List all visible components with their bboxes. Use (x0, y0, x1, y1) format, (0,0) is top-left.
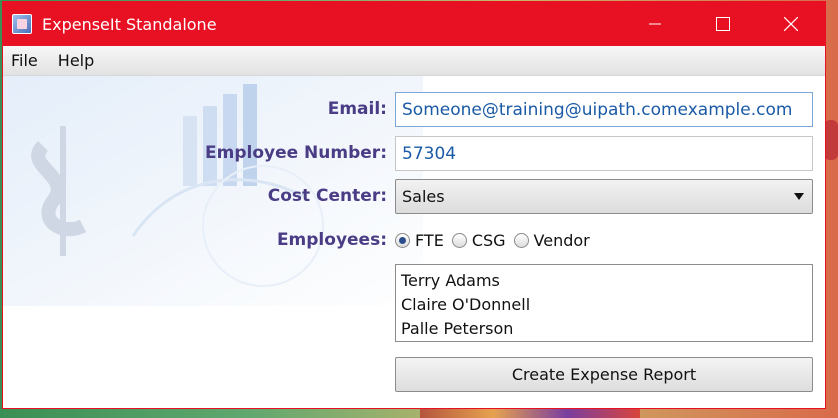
create-expense-report-button[interactable]: Create Expense Report (395, 357, 813, 392)
employees-label: Employees: (276, 230, 387, 250)
app-icon (12, 14, 32, 34)
employee-number-label: Employee Number: (205, 143, 387, 163)
menu-file[interactable]: File (3, 51, 48, 70)
employees-listbox[interactable]: Terry Adams Claire O'Donnell Palle Peter… (395, 264, 813, 342)
cost-center-dropdown[interactable]: Sales (395, 179, 813, 214)
dropdown-arrow-icon (794, 193, 804, 200)
radio-unselected-icon (451, 232, 467, 248)
radio-unselected-icon (513, 232, 529, 248)
maximize-button[interactable] (689, 2, 757, 46)
desktop-background-art (824, 120, 838, 160)
form-area: Email: Someone@training@uipath.comexampl… (3, 76, 825, 408)
list-item[interactable]: Claire O'Donnell (401, 293, 807, 317)
list-item[interactable]: Terry Adams (401, 269, 807, 293)
close-button[interactable] (757, 2, 825, 46)
minimize-icon (649, 23, 661, 25)
cost-center-value: Sales (402, 187, 445, 206)
cost-center-label: Cost Center: (267, 186, 387, 206)
radio-csg[interactable]: CSG (451, 230, 506, 250)
radio-vendor[interactable]: Vendor (513, 230, 590, 250)
maximize-icon (716, 17, 730, 31)
window-controls (621, 2, 825, 46)
radio-label: Vendor (533, 230, 590, 250)
radio-selected-icon (395, 232, 410, 248)
email-field[interactable]: Someone@training@uipath.comexample.com (395, 92, 813, 127)
close-icon (784, 17, 798, 31)
title-bar[interactable]: ExpenseIt Standalone (3, 2, 825, 46)
menu-bar: File Help (3, 46, 825, 76)
radio-fte[interactable]: FTE (395, 231, 444, 250)
email-label: Email: (327, 99, 387, 119)
minimize-button[interactable] (621, 2, 689, 46)
window-title: ExpenseIt Standalone (42, 14, 217, 34)
menu-help[interactable]: Help (48, 51, 104, 70)
radio-label: CSG (471, 230, 506, 250)
employee-number-field[interactable]: 57304 (395, 136, 813, 171)
app-window: ExpenseIt Standalone File Help Email: So… (2, 1, 826, 409)
employee-type-group: FTE CSG Vendor (395, 229, 598, 251)
list-item[interactable]: Palle Peterson (401, 317, 807, 341)
radio-label: FTE (415, 230, 444, 250)
